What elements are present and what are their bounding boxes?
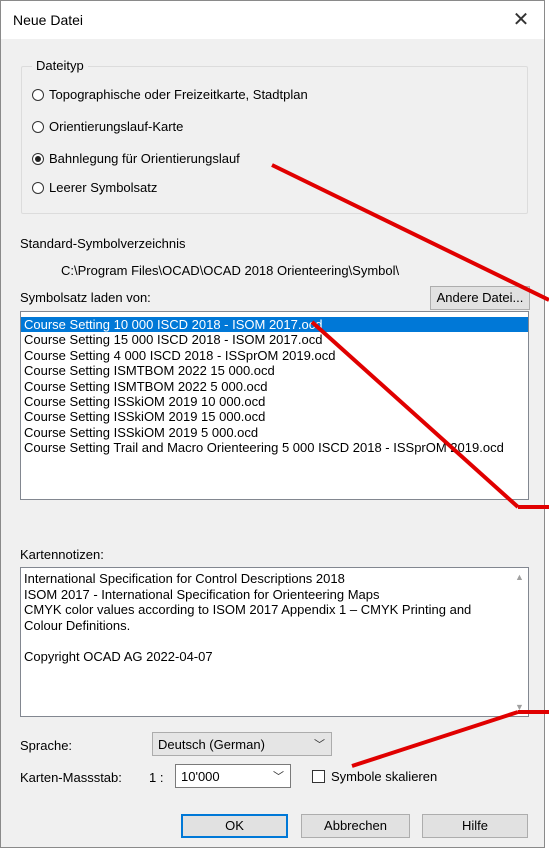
chevron-down-icon: ﹀ xyxy=(314,739,325,751)
language-value: Deutsch (German) xyxy=(158,737,265,752)
notes-line: Copyright OCAD AG 2022-04-07 xyxy=(24,648,213,664)
notes-scrollbar[interactable]: ▲ ▼ xyxy=(512,568,528,716)
scale-combobox[interactable]: 10'000 ﹀ xyxy=(175,764,291,788)
filetype-group-label: Dateityp xyxy=(32,58,88,73)
symbolset-list-item[interactable]: Course Setting ISSkiOM 2019 10 000.ocd xyxy=(21,394,528,409)
symbolset-list-item[interactable]: Course Setting ISMTBOM 2022 15 000.ocd xyxy=(21,363,528,378)
scale-value[interactable]: 10'000 xyxy=(181,769,220,784)
new-file-dialog: Neue Datei ✕ Dateityp Topographische ode… xyxy=(0,0,545,848)
notes-line: Colour Definitions. xyxy=(24,617,131,633)
language-select[interactable]: Deutsch (German) ﹀ xyxy=(152,732,332,756)
radio-button-icon[interactable] xyxy=(32,120,44,133)
radio-button-icon[interactable] xyxy=(32,181,44,194)
symbolset-list-item[interactable]: Course Setting Trail and Macro Orienteer… xyxy=(21,440,528,455)
title-bar: Neue Datei ✕ xyxy=(1,1,544,39)
scroll-down-icon[interactable]: ▼ xyxy=(515,702,524,712)
dialog-title: Neue Datei xyxy=(13,12,84,28)
scale-symbols-checkbox[interactable] xyxy=(312,770,325,783)
other-file-button[interactable]: Andere Datei... xyxy=(430,286,530,310)
language-label: Sprache: xyxy=(20,738,73,753)
radio-topographic[interactable]: Topographische oder Freizeitkarte, Stadt… xyxy=(32,87,308,102)
notes-line: ISOM 2017 - International Specification … xyxy=(24,586,380,602)
radio-course-setting[interactable]: Bahnlegung für Orientierungslauf xyxy=(32,151,240,166)
scale-prefix: 1 : xyxy=(149,770,164,785)
radio-button-icon[interactable] xyxy=(32,88,44,101)
radio-orienteering-map[interactable]: Orientierungslauf-Karte xyxy=(32,119,183,134)
symbolset-list-item[interactable]: Course Setting ISSkiOM 2019 5 000.ocd xyxy=(21,425,528,440)
symbolset-label: Symbolsatz laden von: xyxy=(20,290,151,305)
radio-label: Bahnlegung für Orientierungslauf xyxy=(49,151,240,166)
radio-button-checked-icon[interactable] xyxy=(32,152,44,165)
chevron-down-icon[interactable]: ﹀ xyxy=(273,768,284,784)
notes-textarea[interactable]: International Specification for Control … xyxy=(20,567,529,717)
radio-label: Topographische oder Freizeitkarte, Stadt… xyxy=(49,87,308,102)
symbol-dir-path: C:\Program Files\OCAD\OCAD 2018 Orientee… xyxy=(61,263,400,278)
symbolset-list-item[interactable]: Course Setting ISSkiOM 2019 15 000.ocd xyxy=(21,409,528,424)
symbolset-list-item[interactable]: Course Setting 15 000 ISCD 2018 - ISOM 2… xyxy=(21,332,528,347)
ok-button[interactable]: OK xyxy=(181,814,288,838)
scroll-up-icon[interactable]: ▲ xyxy=(515,572,524,582)
radio-empty-symbolset[interactable]: Leerer Symbolsatz xyxy=(32,180,157,195)
symbolset-list-item[interactable]: Course Setting 4 000 ISCD 2018 - ISSprOM… xyxy=(21,348,528,363)
radio-label: Leerer Symbolsatz xyxy=(49,180,158,195)
symbol-dir-label: Standard-Symbolverzeichnis xyxy=(20,236,186,251)
symbolset-list-item[interactable]: Course Setting ISMTBOM 2022 5 000.ocd xyxy=(21,379,528,394)
symbolset-list[interactable]: Course Setting 10 000 ISCD 2018 - ISOM 2… xyxy=(20,311,529,500)
scale-label: Karten-Massstab: xyxy=(20,770,122,785)
help-button[interactable]: Hilfe xyxy=(422,814,528,838)
cancel-button[interactable]: Abbrechen xyxy=(301,814,410,838)
notes-line: CMYK color values according to ISOM 2017… xyxy=(24,602,472,617)
radio-label: Orientierungslauf-Karte xyxy=(49,119,184,134)
close-icon[interactable]: ✕ xyxy=(506,5,536,35)
notes-line: International Specification for Control … xyxy=(24,571,345,586)
notes-label: Kartennotizen: xyxy=(20,547,104,562)
scale-symbols-label: Symbole skalieren xyxy=(331,769,438,784)
symbolset-list-item[interactable]: Course Setting 10 000 ISCD 2018 - ISOM 2… xyxy=(21,317,528,333)
notes-line xyxy=(21,633,528,649)
